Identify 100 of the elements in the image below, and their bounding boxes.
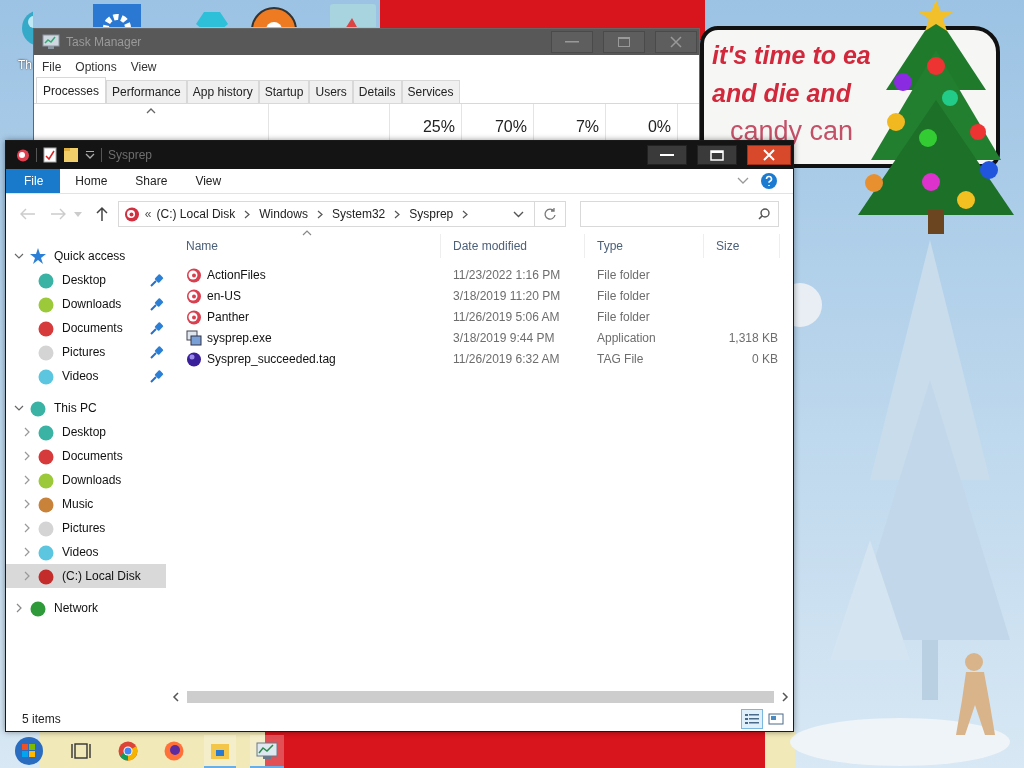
chevron-icon[interactable] <box>14 251 24 261</box>
refresh-button[interactable] <box>534 201 566 227</box>
chevron-icon[interactable] <box>462 209 469 219</box>
details-icon <box>744 712 760 726</box>
column-header[interactable]: Name <box>174 234 441 258</box>
usage-header[interactable]: 0% <box>647 117 671 136</box>
pin-icon[interactable] <box>150 273 164 287</box>
column-header[interactable]: Size <box>704 234 780 258</box>
tab[interactable]: Services <box>401 80 460 103</box>
minimize-icon <box>660 154 674 156</box>
file-name[interactable]: en-US <box>207 288 241 303</box>
minimize-button[interactable] <box>647 145 687 165</box>
usage-header[interactable]: 70% <box>494 117 527 136</box>
file-tab[interactable]: File <box>6 169 61 193</box>
file-name[interactable]: ActionFiles <box>207 267 266 282</box>
close-icon <box>670 36 682 48</box>
chevron-icon[interactable] <box>316 209 323 219</box>
breadcrumb-item[interactable]: (C:) Local Disk <box>156 207 236 221</box>
type-cell: Application <box>597 330 656 345</box>
breadcrumb-item[interactable]: Sysprep <box>409 207 454 221</box>
tree-item[interactable]: Network <box>6 596 166 620</box>
pin-icon[interactable] <box>150 345 164 359</box>
maximize-icon <box>618 37 630 47</box>
sort-caret-icon[interactable] <box>302 230 312 236</box>
tab[interactable]: Performance <box>106 80 187 103</box>
usage-header[interactable]: 25% <box>422 117 455 136</box>
tree-item[interactable]: Videos <box>6 364 166 388</box>
tree-item[interactable]: This PC <box>6 396 166 420</box>
file-name[interactable]: Sysprep_succeeded.tag <box>207 351 336 366</box>
properties-icon[interactable] <box>43 147 57 163</box>
tab[interactable]: Users <box>309 80 353 103</box>
overflow-chevron[interactable]: « <box>144 207 152 221</box>
ribbon-tab[interactable]: View <box>181 169 236 193</box>
type-cell: File folder <box>597 309 650 324</box>
tree-item[interactable]: Documents <box>6 316 166 340</box>
tree-item[interactable]: Documents <box>6 444 166 468</box>
dropdown-icon[interactable] <box>512 210 524 218</box>
address-bar[interactable]: « (C:) Local Disk Windows System32 Sysprep <box>117 201 535 227</box>
scrollbar-thumb[interactable] <box>187 691 774 703</box>
maximize-icon <box>710 149 724 161</box>
scroll-left-icon[interactable] <box>172 692 179 702</box>
usage-header[interactable]: 7% <box>575 117 599 136</box>
file-name[interactable]: Panther <box>207 309 250 324</box>
column-header[interactable]: Type <box>585 234 704 258</box>
tree-item[interactable]: Desktop <box>6 420 166 444</box>
tree-item[interactable]: Quick access <box>6 244 166 268</box>
date-cell: 11/23/2022 1:16 PM <box>453 267 561 282</box>
size-cell: 0 KB <box>752 351 778 366</box>
menu-item[interactable]: File <box>42 59 62 74</box>
pin-icon[interactable] <box>150 297 164 311</box>
tree-item[interactable]: Pictures <box>6 516 166 540</box>
tree-item[interactable]: Videos <box>6 540 166 564</box>
menu-item[interactable]: View <box>130 59 157 74</box>
tab[interactable]: Processes <box>36 77 107 103</box>
tree-item[interactable]: Music <box>6 492 166 516</box>
gear-icon[interactable] <box>93 4 141 27</box>
task-view-icon <box>70 740 92 761</box>
up-icon[interactable] <box>95 206 108 222</box>
chevron-icon[interactable] <box>14 403 24 413</box>
bubble-text: candy can <box>729 115 854 148</box>
pin-icon[interactable] <box>150 321 164 335</box>
refresh-icon <box>542 207 557 221</box>
window-title: Task Manager <box>66 35 142 49</box>
pin-icon[interactable] <box>150 369 164 383</box>
breadcrumb-item[interactable]: Windows <box>259 207 308 221</box>
breadcrumb-item[interactable]: System32 <box>331 207 386 221</box>
folder-icon[interactable] <box>63 147 79 163</box>
ribbon-tab[interactable]: Share <box>121 169 182 193</box>
ornament-icon <box>186 266 202 283</box>
tab[interactable]: App history <box>186 80 259 103</box>
close-button[interactable] <box>747 145 791 165</box>
tab[interactable]: Startup <box>258 80 310 103</box>
search-field[interactable] <box>579 201 779 227</box>
help-icon[interactable] <box>761 173 777 189</box>
details-view-button[interactable] <box>741 709 763 729</box>
scroll-right-icon[interactable] <box>782 692 789 702</box>
tree-item[interactable]: Desktop <box>6 268 166 292</box>
chevron-icon[interactable] <box>244 209 251 219</box>
file-name[interactable]: sysprep.exe <box>207 330 272 345</box>
column-header[interactable]: Date modified <box>441 234 585 258</box>
tree-item[interactable]: Downloads <box>6 468 166 492</box>
image-icon[interactable] <box>330 4 376 27</box>
chevron-icon[interactable] <box>394 209 401 219</box>
taskmgr-taskbar-button[interactable] <box>250 735 284 768</box>
type-cell: TAG File <box>597 351 644 366</box>
sort-caret-icon[interactable] <box>146 108 156 114</box>
maximize-button[interactable] <box>697 145 737 165</box>
tiles-icon <box>768 712 784 726</box>
date-cell: 3/18/2019 9:44 PM <box>453 330 555 345</box>
close-button[interactable] <box>655 31 697 53</box>
explorer-taskbar-button[interactable] <box>204 735 236 768</box>
tree-item[interactable]: Downloads <box>6 292 166 316</box>
menu-item[interactable]: Options <box>75 59 117 74</box>
tree-item[interactable]: Pictures <box>6 340 166 364</box>
tree-item[interactable]: (C:) Local Disk <box>6 564 166 588</box>
tab[interactable]: Details <box>352 80 402 103</box>
close-icon <box>763 149 775 161</box>
dropdown-icon[interactable] <box>85 151 95 159</box>
ribbon-tab[interactable]: Home <box>61 169 122 193</box>
chevron-icon[interactable] <box>14 603 24 613</box>
